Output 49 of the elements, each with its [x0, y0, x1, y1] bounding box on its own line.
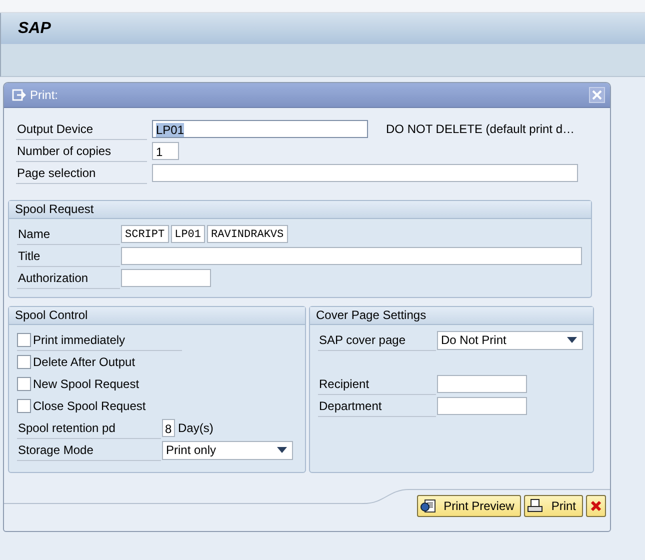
group-title: Spool Request: [9, 201, 591, 219]
cancel-button[interactable]: [586, 495, 606, 517]
checkbox[interactable]: [17, 377, 31, 391]
field-label: Name: [17, 224, 120, 244]
dropdown[interactable]: Do Not Print: [437, 330, 583, 350]
input-field[interactable]: LP01: [152, 120, 368, 138]
print-preview-button[interactable]: Print Preview: [416, 495, 522, 517]
input-field[interactable]: [121, 247, 582, 265]
checkbox-label: Delete After Output: [33, 355, 136, 369]
close-button[interactable]: [589, 87, 605, 103]
print-button[interactable]: Print: [524, 495, 583, 517]
printer-icon: [527, 499, 544, 513]
checkbox-label: Print immediately: [33, 332, 126, 346]
cancel-icon: [590, 500, 602, 512]
group-title: Cover Page Settings: [310, 307, 593, 325]
preview-icon: [420, 499, 436, 513]
field-label: Department: [318, 396, 436, 416]
print-dialog-icon: [12, 89, 26, 101]
input-field[interactable]: [437, 397, 527, 415]
caret-icon: [277, 447, 287, 453]
app-title: SAP: [18, 20, 51, 38]
input-field[interactable]: 1: [152, 142, 179, 160]
field-label: Number of copies: [16, 140, 147, 162]
input-field[interactable]: LP01: [170, 225, 206, 243]
checkbox[interactable]: [17, 355, 31, 369]
checkbox[interactable]: [17, 332, 31, 346]
dropdown[interactable]: Print only: [162, 440, 293, 460]
field-label: SAP cover page: [318, 330, 436, 350]
field-label: Spool retention pd: [17, 418, 161, 438]
input-field[interactable]: [437, 375, 527, 393]
input-field[interactable]: SCRIPT: [121, 225, 169, 243]
checkbox[interactable]: [17, 399, 31, 413]
input-field[interactable]: 8: [162, 419, 175, 437]
unit-label: Day(s): [178, 421, 214, 435]
group-title: Spool Control: [9, 307, 305, 325]
field-label: Page selection: [16, 162, 147, 184]
field-label: Authorization: [17, 268, 120, 288]
device-description: DO NOT DELETE (default print d…: [386, 122, 575, 136]
field-label: Storage Mode: [17, 440, 161, 460]
input-field[interactable]: [121, 269, 211, 287]
input-field[interactable]: [152, 164, 578, 182]
field-label: Recipient: [318, 374, 436, 394]
dialog-title: Print:: [30, 88, 58, 102]
field-label: Output Device: [16, 118, 147, 140]
caret-icon: [567, 337, 577, 343]
checkbox-label: New Spool Request: [33, 377, 140, 391]
checkbox-label: Close Spool Request: [33, 399, 146, 413]
input-field[interactable]: RAVINDRAKVS: [207, 225, 288, 243]
field-label: Title: [17, 246, 120, 266]
